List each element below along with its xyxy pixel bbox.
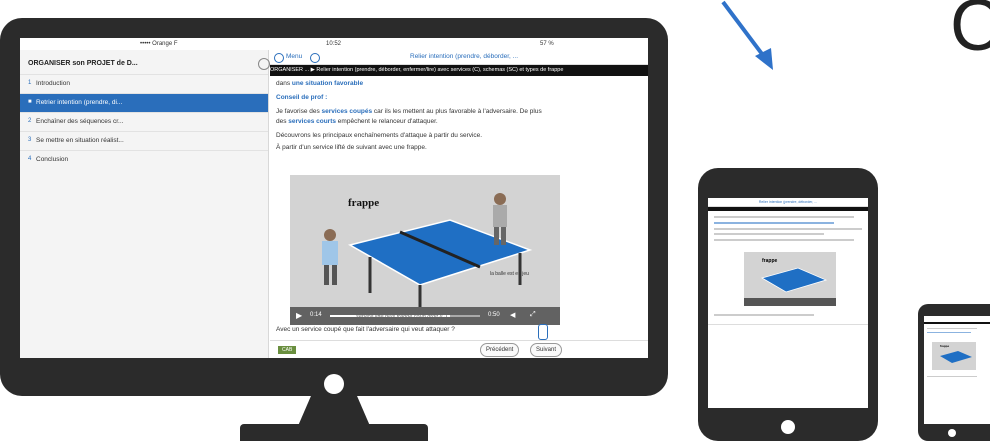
monitor-stand-foot xyxy=(240,424,428,441)
tablet-breadcrumb xyxy=(708,207,868,211)
menu-button[interactable]: Menu xyxy=(286,53,302,60)
play-icon[interactable]: ▶ xyxy=(296,311,302,320)
ping-pong-illustration xyxy=(744,267,836,306)
phone-breadcrumb xyxy=(924,322,990,324)
ping-pong-illustration xyxy=(940,351,972,363)
phone-video[interactable]: frappe xyxy=(932,342,976,370)
breadcrumb: ORGANISER ... ▶ Relier intention (prendr… xyxy=(270,65,648,76)
tablet-video[interactable]: frappe xyxy=(744,252,836,306)
content-para-1: Je favorise des services coupés car ils … xyxy=(276,108,542,115)
content-para-4: À partir d'un service lifté de suivant a… xyxy=(276,144,427,151)
pointer-arrow-icon xyxy=(721,0,773,70)
decor-letter: C xyxy=(950,0,990,66)
sidebar-item-conclusion[interactable]: 4 Conclusion xyxy=(20,150,268,169)
video-caption: service lifté plus frappe coup droit (C) xyxy=(356,314,448,320)
sidebar-item-introduction[interactable]: 1 Introduction xyxy=(20,74,268,93)
item-bullet: 4 xyxy=(28,156,32,162)
time-total: 0:50 xyxy=(488,312,500,318)
tablet-text-line xyxy=(714,216,854,218)
content-line-1: dans une situation favorable xyxy=(276,80,364,87)
tablet-device: Relier intention (prendre, déborder, ...… xyxy=(698,168,878,441)
question-text: Avec un service coupé que fait l'adversa… xyxy=(276,326,455,333)
page-title: Relier intention (prendre, déborder, ... xyxy=(410,53,519,60)
tablet-text-line xyxy=(714,222,834,224)
video-label: frappe xyxy=(348,197,380,209)
phone-screen: frappe xyxy=(924,316,990,424)
power-button-icon xyxy=(324,374,344,394)
advice-heading: Conseil de prof : xyxy=(276,94,328,101)
phone-device: frappe xyxy=(918,304,990,441)
fullscreen-icon[interactable]: ⤢ xyxy=(530,311,536,319)
home-button-icon xyxy=(781,420,795,434)
item-bullet: 2 xyxy=(28,118,32,124)
desktop-monitor: ••••• Orange F 10:52 57 % ORGANISER son … xyxy=(0,18,668,396)
item-bullet: 1 xyxy=(28,80,32,86)
phone-text-line xyxy=(927,328,977,329)
sidebar-item-label: Conclusion xyxy=(36,156,69,163)
tablet-text-line xyxy=(714,239,854,241)
sidebar-item-relier[interactable]: ■ Retrier intention (prendre, di... xyxy=(20,93,268,112)
video-label: frappe xyxy=(940,344,950,348)
side-handle[interactable] xyxy=(538,324,548,340)
time-elapsed: 0:14 xyxy=(310,312,322,318)
desktop-screen: ••••• Orange F 10:52 57 % ORGANISER son … xyxy=(20,38,648,358)
phone-text-line xyxy=(927,376,977,377)
tablet-text-line xyxy=(714,233,824,235)
collapse-icon[interactable] xyxy=(258,58,270,70)
clock: 10:52 xyxy=(326,41,342,47)
tablet-footer-divider xyxy=(708,324,868,325)
tablet-text-line xyxy=(714,228,862,230)
status-bar: ••••• Orange F 10:52 57 % xyxy=(20,38,648,50)
item-bullet: 3 xyxy=(28,137,32,143)
home-button-icon xyxy=(948,429,956,437)
battery: 57 % xyxy=(540,41,554,47)
video-label: frappe xyxy=(762,258,778,264)
tag-badge: CAB xyxy=(278,346,297,354)
home-icon[interactable] xyxy=(310,53,320,63)
tablet-heading: Relier intention (prendre, déborder, ... xyxy=(708,198,868,207)
carrier: ••••• Orange F xyxy=(140,41,178,47)
sidebar-item-label: Introduction xyxy=(36,80,70,87)
volume-icon[interactable]: ◀ xyxy=(510,311,515,319)
phone-text-line xyxy=(927,332,971,333)
previous-button[interactable]: Précédent xyxy=(480,343,520,357)
sidebar-item-enchainer[interactable]: 2 Enchaîner des séquences cr... xyxy=(20,112,268,131)
sidebar: ORGANISER son PROJET de D... 1 Introduct… xyxy=(20,50,270,358)
tablet-text-line xyxy=(714,314,814,316)
video-player[interactable]: frappe la balle est en jeu ▶ 0:14 0:50 ◀… xyxy=(290,175,560,325)
content-para-3: Découvrons les principaux enchaînements … xyxy=(276,132,483,139)
sidebar-item-situation[interactable]: 3 Se mettre en situation réalist... xyxy=(20,131,268,150)
back-icon[interactable] xyxy=(274,53,284,63)
video-side-label: la balle est en jeu xyxy=(490,271,529,277)
tablet-screen: Relier intention (prendre, déborder, ...… xyxy=(708,198,868,408)
sidebar-item-label: Enchaîner des séquences cr... xyxy=(36,118,124,125)
item-bullet: ■ xyxy=(28,99,32,105)
sidebar-item-label: Se mettre en situation réalist... xyxy=(36,137,124,144)
sidebar-item-label: Retrier intention (prendre, di... xyxy=(36,99,123,106)
monitor-stand-neck xyxy=(298,396,370,426)
content-para-2: des services courts empêchent le relance… xyxy=(276,118,438,125)
course-title: ORGANISER son PROJET de D... xyxy=(28,60,138,67)
next-button[interactable]: Suivant xyxy=(530,343,563,357)
footer-bar: CAB Précédent Suivant xyxy=(270,340,648,358)
top-nav: Menu Relier intention (prendre, déborder… xyxy=(270,50,648,65)
ping-pong-illustration xyxy=(290,175,560,325)
